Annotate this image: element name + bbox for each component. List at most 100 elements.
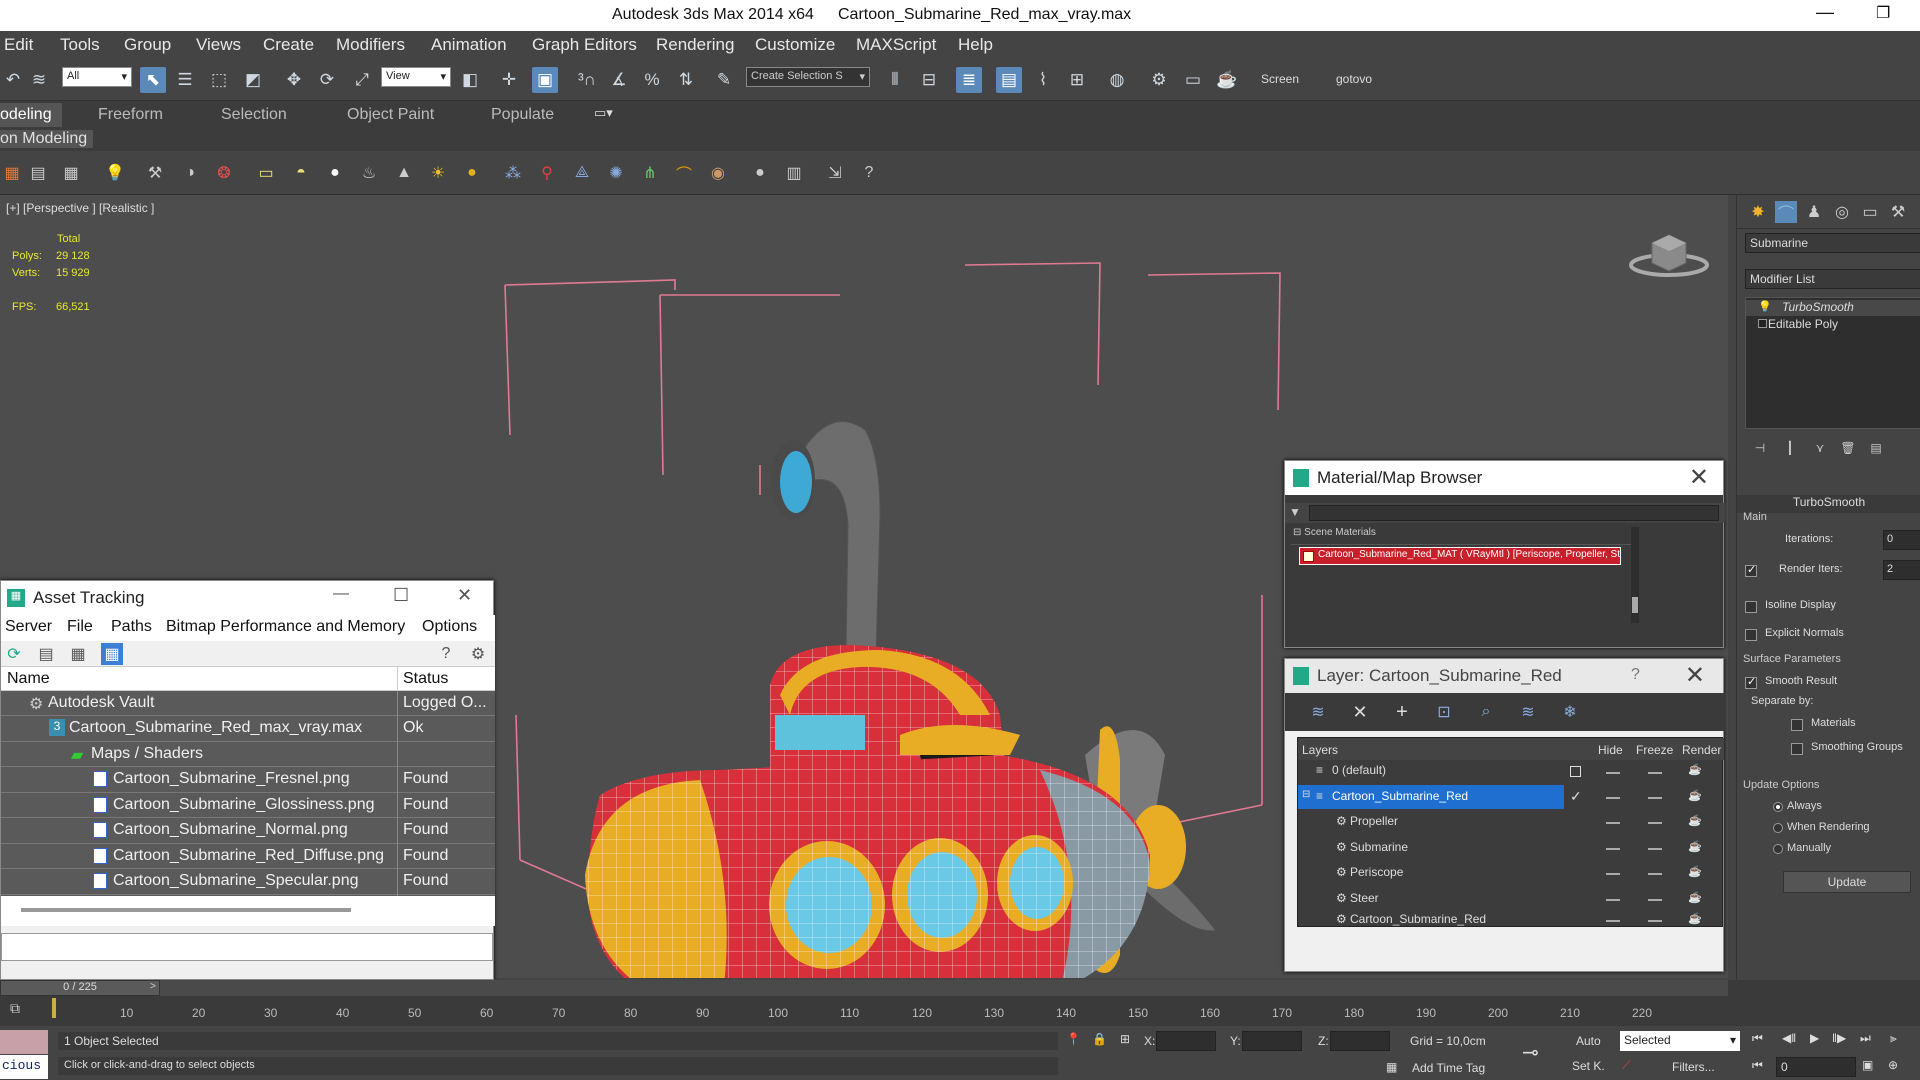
- hierarchy-tab-icon[interactable]: ♟: [1803, 201, 1825, 223]
- layer-row[interactable]: ⚙ Steer ☕: [1298, 886, 1724, 912]
- menu-group[interactable]: Group: [124, 35, 171, 55]
- show-end-result-icon[interactable]: ┃: [1779, 437, 1801, 459]
- layers-column[interactable]: Layers: [1302, 743, 1338, 757]
- vray-sphere-icon[interactable]: ◑: [178, 161, 202, 185]
- go-to-start-icon[interactable]: ⏮: [1752, 1031, 1763, 1046]
- freeze-all-layers-icon[interactable]: ❄: [1559, 701, 1581, 723]
- menu-maxscript[interactable]: MAXScript: [856, 35, 936, 55]
- asset-tracking-titlebar[interactable]: ▦ Asset Tracking — ☐ ✕: [1, 581, 493, 615]
- snaps-toggle-icon[interactable]: ³∩: [574, 67, 600, 93]
- keyboard-shortcut-override-icon[interactable]: ▣: [532, 67, 558, 93]
- dome-icon[interactable]: ◓: [289, 161, 313, 185]
- utilities-tab-icon[interactable]: ⚒: [1887, 201, 1909, 223]
- frame-buffer-icon[interactable]: ▥: [782, 161, 806, 185]
- selection-filter-dropdown[interactable]: All ▾: [62, 67, 132, 87]
- rendered-frame-window-icon[interactable]: ▭: [1180, 67, 1206, 93]
- expand-icon[interactable]: [1758, 319, 1767, 328]
- freeze-toggle[interactable]: [1648, 848, 1662, 850]
- asset-help-icon[interactable]: ?: [435, 643, 457, 665]
- hide-toggle[interactable]: [1606, 899, 1620, 901]
- freeze-toggle[interactable]: [1648, 797, 1662, 799]
- time-slider[interactable]: < 0 / 225 >: [0, 980, 1728, 996]
- graphite-toolbar-icon[interactable]: ▤: [996, 67, 1022, 93]
- hide-toggle[interactable]: [1606, 848, 1620, 850]
- layer-row[interactable]: ⚙ Cartoon_Submarine_Red ☕: [1298, 912, 1724, 928]
- tab-selection[interactable]: Selection: [221, 106, 287, 124]
- curve-editor-toggle-icon[interactable]: ⧉: [10, 1000, 20, 1017]
- curve-editor-icon[interactable]: ⌇: [1030, 67, 1056, 93]
- layer-row[interactable]: ⚙ Submarine ☕: [1298, 835, 1724, 861]
- undo-icon[interactable]: ↶: [0, 67, 26, 93]
- set-key-button[interactable]: Set K.: [1572, 1059, 1605, 1073]
- select-objects-in-layer-icon[interactable]: ⊡: [1433, 701, 1455, 723]
- sun-icon[interactable]: ☀: [426, 161, 450, 185]
- add-time-tag[interactable]: Add Time Tag: [1412, 1061, 1485, 1075]
- asset-menu-paths[interactable]: Paths: [111, 618, 152, 636]
- align-icon[interactable]: ⊟: [916, 67, 942, 93]
- asset-minimize-button[interactable]: —: [333, 585, 349, 603]
- bind-space-warp-icon[interactable]: ≋: [26, 67, 52, 93]
- freeze-toggle[interactable]: [1648, 899, 1662, 901]
- select-manipulate-icon[interactable]: ✛: [496, 67, 522, 93]
- previous-frame-icon[interactable]: ◀‖: [1782, 1031, 1796, 1045]
- tools-icon[interactable]: ⚒: [143, 161, 167, 185]
- materials-checkbox[interactable]: [1791, 719, 1803, 731]
- table-row[interactable]: Cartoon_Submarine_Fresnel.png Found: [1, 767, 495, 793]
- screen-label[interactable]: Screen: [1261, 72, 1299, 86]
- asset-menu-server[interactable]: Server: [5, 618, 52, 636]
- material-sphere-icon[interactable]: ◉: [706, 161, 730, 185]
- freeze-toggle[interactable]: [1648, 920, 1662, 922]
- physical-camera-icon[interactable]: ⟁: [570, 161, 594, 185]
- menu-help[interactable]: Help: [958, 35, 993, 55]
- absolute-mode-icon[interactable]: ⊞: [1120, 1032, 1130, 1046]
- hair-icon[interactable]: ⋔: [638, 161, 662, 185]
- layer-row[interactable]: ⊟ ≡ Cartoon_Submarine_Red ✓ ☕: [1298, 784, 1724, 810]
- hide-toggle[interactable]: [1606, 772, 1620, 774]
- layer-row[interactable]: ≡ 0 (default) ☕: [1298, 760, 1724, 784]
- modifier-list-dropdown[interactable]: Modifier List: [1745, 269, 1920, 289]
- gotovo-label[interactable]: gotovo: [1336, 72, 1372, 86]
- light-icon[interactable]: 💡: [103, 161, 127, 185]
- active-layer-check-icon[interactable]: ✓: [1570, 788, 1582, 805]
- frame-counter[interactable]: 0 / 225: [0, 980, 160, 996]
- fur-icon[interactable]: ⁂: [501, 161, 525, 185]
- preview-sphere-icon[interactable]: ●: [748, 161, 772, 185]
- menu-edit[interactable]: Edit: [4, 35, 33, 55]
- stack-item-turbosmooth[interactable]: TurboSmooth: [1746, 300, 1920, 316]
- current-frame-field[interactable]: 0: [1776, 1057, 1856, 1077]
- bulb-icon[interactable]: 💡: [1758, 300, 1772, 313]
- asset-menu-options[interactable]: Options: [422, 618, 477, 636]
- material-browser-close-button[interactable]: ✕: [1689, 463, 1709, 492]
- edit-named-selection-icon[interactable]: ✎: [711, 67, 737, 93]
- list-view-icon[interactable]: ▤: [35, 643, 57, 665]
- menu-graph-editors[interactable]: Graph Editors: [532, 35, 637, 55]
- select-by-name-icon[interactable]: ☰: [172, 67, 198, 93]
- rotate-icon[interactable]: ⟳: [314, 67, 340, 93]
- tab-modeling[interactable]: odeling: [0, 103, 62, 127]
- table-view-icon[interactable]: ▦: [101, 643, 123, 665]
- hide-toggle[interactable]: [1606, 797, 1620, 799]
- scrollbar-thumb[interactable]: [21, 908, 351, 912]
- selection-lock-icon[interactable]: 🔒: [1092, 1032, 1107, 1046]
- modify-tab-icon[interactable]: ⌒: [1775, 201, 1797, 223]
- key-mode-toggle-icon[interactable]: ⏮: [1752, 1058, 1763, 1073]
- collapse-icon[interactable]: ⊟: [1302, 789, 1310, 800]
- table-row[interactable]: Cartoon_Submarine_Specular.png Found: [1, 869, 495, 895]
- ies-light-icon[interactable]: ▲: [392, 161, 416, 185]
- refresh-icon[interactable]: ⟳: [3, 643, 25, 665]
- key-filter-dropdown[interactable]: Selected ▾: [1620, 1031, 1740, 1051]
- pivot-center-icon[interactable]: ◧: [457, 67, 483, 93]
- render-teapot-icon[interactable]: ☕: [1688, 814, 1702, 827]
- render-teapot-icon[interactable]: ☕: [1688, 789, 1702, 802]
- render-iters-checkbox[interactable]: [1745, 563, 1757, 577]
- make-unique-icon[interactable]: ⋎: [1809, 437, 1831, 459]
- material-scrollbar[interactable]: [1631, 527, 1639, 623]
- rectangular-selection-icon[interactable]: ⬚: [206, 67, 232, 93]
- explicit-normals-checkbox[interactable]: [1745, 629, 1757, 641]
- maxscript-input[interactable]: cious: [0, 1055, 48, 1079]
- menu-tools[interactable]: Tools: [60, 35, 100, 55]
- highlight-selected-icon[interactable]: ⌕: [1475, 701, 1497, 723]
- render-iters-spinner[interactable]: 2: [1883, 560, 1920, 580]
- minimize-button[interactable]: —: [1816, 2, 1834, 23]
- menu-views[interactable]: Views: [196, 35, 241, 55]
